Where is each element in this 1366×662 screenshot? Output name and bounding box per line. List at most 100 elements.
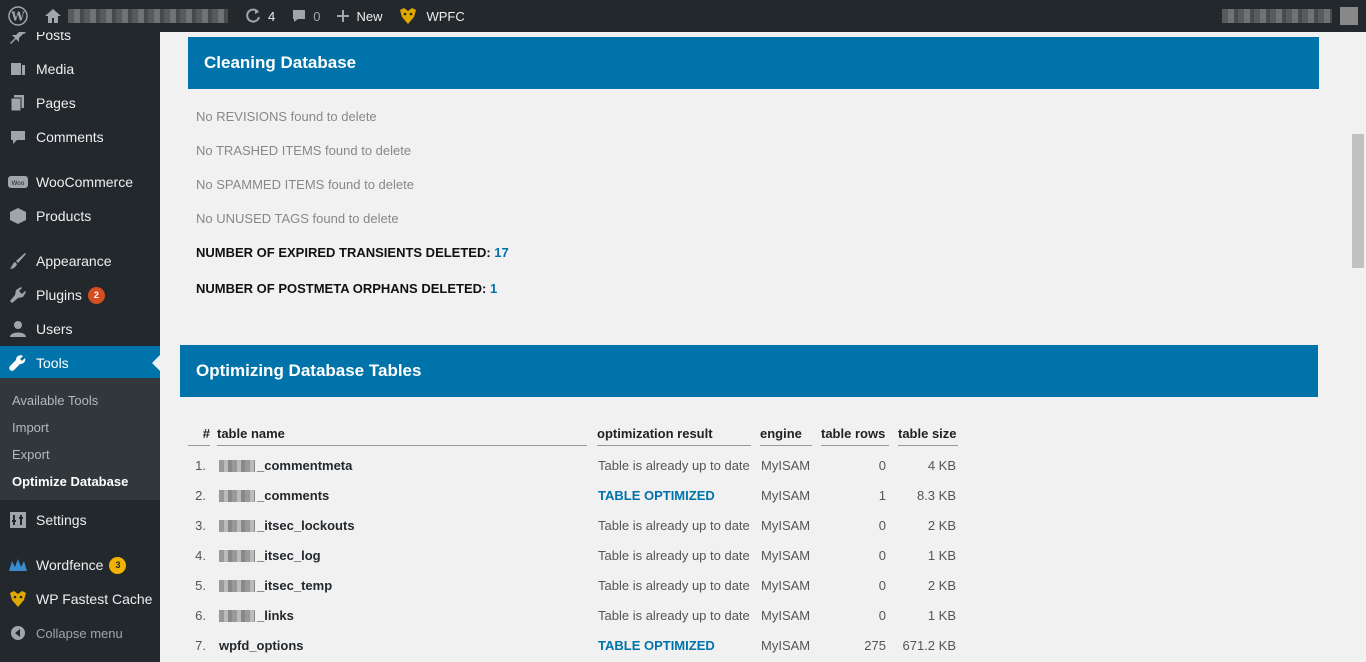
updates-button[interactable]: 4: [236, 0, 283, 32]
sidebar-item-tools[interactable]: Tools: [0, 346, 160, 380]
row-table-size: 4 KB: [927, 458, 956, 473]
tools-submenu: Available Tools Import Export Optimize D…: [0, 378, 160, 500]
postmeta-orphans-stat: NUMBER OF POSTMETA ORPHANS DELETED: 1: [196, 281, 498, 296]
expired-transients-stat: NUMBER OF EXPIRED TRANSIENTS DELETED: 17: [196, 245, 509, 260]
col-header-table-rows: table rows: [821, 426, 889, 446]
users-icon: [0, 320, 36, 338]
sidebar-item-wordfence[interactable]: Wordfence 3: [0, 548, 160, 582]
row-number: 4.: [195, 548, 206, 563]
optimizing-tables-title: Optimizing Database Tables: [196, 361, 422, 380]
row-result: Table is already up to date: [598, 578, 750, 593]
wpfc-button[interactable]: WPFC: [390, 0, 472, 32]
my-account-button[interactable]: [1222, 7, 1366, 25]
row-result: Table is already up to date: [598, 548, 750, 563]
row-engine: MyISAM: [761, 638, 811, 653]
optimizing-tables-header: Optimizing Database Tables: [180, 345, 1318, 397]
wpfc-label: WPFC: [426, 8, 465, 24]
row-table-size: 1 KB: [927, 608, 956, 623]
admin-bar: W 4 0 New WPFC: [0, 0, 1366, 32]
cleaning-database-title: Cleaning Database: [204, 53, 357, 72]
table-prefix-redacted: [219, 489, 255, 502]
site-name-button[interactable]: [36, 0, 236, 32]
wordfence-alert-badge: 3: [109, 556, 127, 574]
sidebar-item-users[interactable]: Users: [0, 312, 160, 346]
comments-button[interactable]: 0: [283, 0, 328, 32]
scrollbar-thumb[interactable]: [1352, 134, 1364, 268]
updates-count: 4: [268, 8, 276, 24]
sidebar-item-pages[interactable]: Pages: [0, 86, 160, 120]
expired-transients-value: 17: [494, 245, 509, 260]
plus-icon: [336, 9, 350, 23]
site-name-redacted: [68, 9, 228, 23]
row-result: Table is already up to date: [598, 458, 750, 473]
submenu-export[interactable]: Export: [12, 447, 50, 462]
plugins-icon: [0, 286, 36, 304]
wordpress-logo-button[interactable]: W: [0, 0, 36, 32]
row-table-name: wpfd_options: [219, 638, 579, 653]
wordpress-icon: W: [8, 6, 28, 26]
row-table-rows: 0: [878, 458, 886, 473]
sidebar-item-plugins[interactable]: Plugins 2: [0, 278, 160, 312]
settings-icon: [0, 511, 36, 529]
avatar: [1340, 7, 1358, 25]
sidebar-item-media[interactable]: Media: [0, 52, 160, 86]
table-prefix-redacted: [219, 459, 255, 472]
wrench-icon: [0, 354, 36, 372]
row-engine: MyISAM: [761, 518, 811, 533]
sidebar-item-settings[interactable]: Settings: [0, 503, 160, 537]
page-scrollbar[interactable]: [1350, 32, 1366, 662]
row-result-optimized: TABLE OPTIMIZED: [598, 638, 715, 653]
row-number: 7.: [195, 638, 206, 653]
col-header-number: #: [188, 426, 210, 446]
pin-icon: [0, 32, 36, 44]
sidebar-item-woocommerce[interactable]: Woo WooCommerce: [0, 165, 160, 199]
sidebar-item-comments[interactable]: Comments: [0, 120, 160, 154]
submenu-available-tools[interactable]: Available Tools: [12, 393, 98, 408]
svg-text:W: W: [10, 10, 25, 24]
sidebar-item-wp-fastest-cache[interactable]: WP Fastest Cache: [0, 582, 160, 616]
woocommerce-icon: Woo: [0, 175, 36, 189]
comments-icon: [0, 129, 36, 145]
table-name-text: _itsec_lockouts: [257, 518, 355, 533]
col-header-optimization-result: optimization result: [597, 426, 751, 446]
svg-text:Woo: Woo: [12, 180, 25, 187]
sidebar-item-appearance[interactable]: Appearance: [0, 244, 160, 278]
row-number: 2.: [195, 488, 206, 503]
table-name-text: _comments: [257, 488, 330, 503]
col-header-table-size: table size: [898, 426, 958, 446]
row-number: 3.: [195, 518, 206, 533]
row-engine: MyISAM: [761, 578, 811, 593]
submenu-optimize-database[interactable]: Optimize Database: [12, 474, 128, 489]
row-table-size: 2 KB: [927, 578, 956, 593]
submenu-import[interactable]: Import: [12, 420, 49, 435]
sidebar-item-posts[interactable]: Posts: [0, 32, 160, 52]
cheetah-icon: [0, 590, 36, 608]
row-number: 5.: [195, 578, 206, 593]
row-table-name: _itsec_log: [219, 548, 579, 563]
row-table-rows: 1: [878, 488, 886, 503]
cleaning-line-unused-tags: No UNUSED TAGS found to delete: [196, 211, 399, 226]
col-header-table-name: table name: [217, 426, 587, 446]
cleaning-line-trashed: No TRASHED ITEMS found to delete: [196, 143, 412, 158]
row-table-name: _itsec_lockouts: [219, 518, 579, 533]
row-table-size: 671.2 KB: [902, 638, 957, 653]
comments-count: 0: [313, 8, 321, 24]
comment-bubble-icon: [291, 8, 307, 24]
row-table-rows: 0: [878, 608, 886, 623]
row-table-size: 1 KB: [927, 548, 956, 563]
cleaning-database-header: Cleaning Database: [188, 37, 1319, 89]
row-table-name: _links: [219, 608, 579, 623]
row-table-name: _comments: [219, 488, 579, 503]
new-label: New: [356, 8, 383, 24]
new-content-button[interactable]: New: [328, 0, 390, 32]
collapse-icon: [0, 625, 36, 641]
cleaning-line-revisions: No REVISIONS found to delete: [196, 109, 377, 124]
pages-icon: [0, 94, 36, 112]
row-number: 1.: [195, 458, 206, 473]
sidebar-item-products[interactable]: Products: [0, 199, 160, 233]
wordfence-icon: [0, 558, 36, 572]
username-redacted: [1222, 9, 1332, 23]
row-engine: MyISAM: [761, 458, 811, 473]
table-name-text: wpfd_options: [219, 638, 304, 653]
collapse-menu-button[interactable]: Collapse menu: [0, 616, 160, 650]
